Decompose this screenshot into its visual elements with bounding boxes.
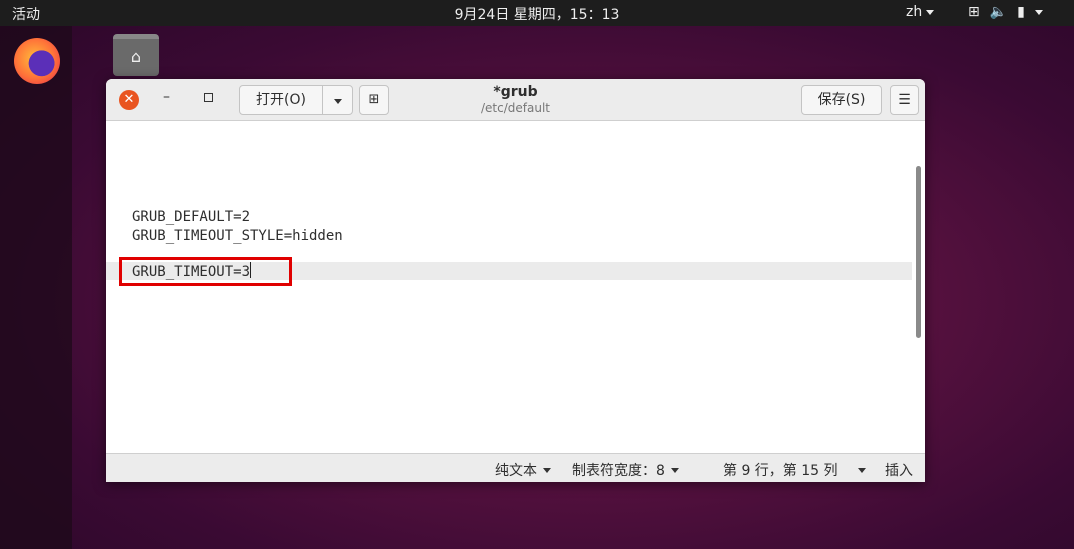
minimize-icon[interactable]: – <box>163 89 170 105</box>
editor-line: GRUB_DEFAULT=2 <box>132 209 251 225</box>
insert-mode-label: 插入 <box>885 463 913 479</box>
text-editor-window: ✕ – 打开(O) ⊞ *grub /etc/default 保存(S) ☰ G… <box>106 79 925 482</box>
chevron-down-icon <box>1034 9 1043 15</box>
language-label: zh <box>906 4 923 20</box>
open-dropdown-button[interactable] <box>322 85 353 115</box>
syntax-label: 纯文本 <box>495 463 537 479</box>
clock[interactable]: 9月24日 星期四，15：13 <box>455 7 620 23</box>
text-editor-area[interactable]: GRUB_DEFAULT=2 GRUB_TIMEOUT_STYLE=hidden… <box>106 122 925 453</box>
chevron-down-icon <box>333 99 342 104</box>
chevron-down-icon <box>543 467 551 473</box>
chevron-down-icon <box>926 9 935 15</box>
tab-width-selector[interactable]: 制表符宽度：8 <box>572 460 679 480</box>
firefox-icon[interactable] <box>14 38 60 84</box>
battery-icon: ▮ <box>1017 4 1025 20</box>
home-folder-icon[interactable]: ⌂ <box>113 34 159 76</box>
hamburger-menu-icon[interactable]: ☰ <box>890 85 919 115</box>
editor-line: GRUB_TIMEOUT_STYLE=hidden <box>132 228 343 244</box>
close-icon[interactable]: ✕ <box>119 90 139 110</box>
tab-width-label: 制表符宽度：8 <box>572 463 665 479</box>
scrollbar[interactable] <box>916 166 921 338</box>
new-document-icon[interactable]: ⊞ <box>359 85 389 115</box>
annotation-highlight-box <box>119 257 292 286</box>
dock <box>0 26 72 549</box>
network-icon: ⊞ <box>968 4 980 20</box>
insert-mode-indicator[interactable]: 插入 <box>885 460 913 480</box>
activities-button[interactable]: 活动 <box>12 4 40 24</box>
maximize-icon[interactable] <box>204 93 213 102</box>
chevron-down-icon <box>857 467 866 473</box>
header-bar: ✕ – 打开(O) ⊞ *grub /etc/default 保存(S) ☰ <box>106 79 925 121</box>
top-bar: 活动 9月24日 星期四，15：13 zh ⊞ 🔈 ▮ <box>0 0 1074 26</box>
cursor-position-label: 第 9 行，第 15 列 <box>723 463 838 479</box>
open-button[interactable]: 打开(O) <box>239 85 323 115</box>
language-indicator[interactable]: zh <box>906 4 935 20</box>
cursor-position-selector[interactable]: 第 9 行，第 15 列 <box>723 460 866 480</box>
syntax-selector[interactable]: 纯文本 <box>495 460 551 480</box>
chevron-down-icon <box>670 467 679 473</box>
volume-icon: 🔈 <box>989 4 1008 20</box>
save-button[interactable]: 保存(S) <box>801 85 882 115</box>
status-bar: 纯文本 制表符宽度：8 第 9 行，第 15 列 插入 <box>106 453 925 482</box>
system-tray[interactable]: ⊞ 🔈 ▮ <box>968 4 1043 20</box>
